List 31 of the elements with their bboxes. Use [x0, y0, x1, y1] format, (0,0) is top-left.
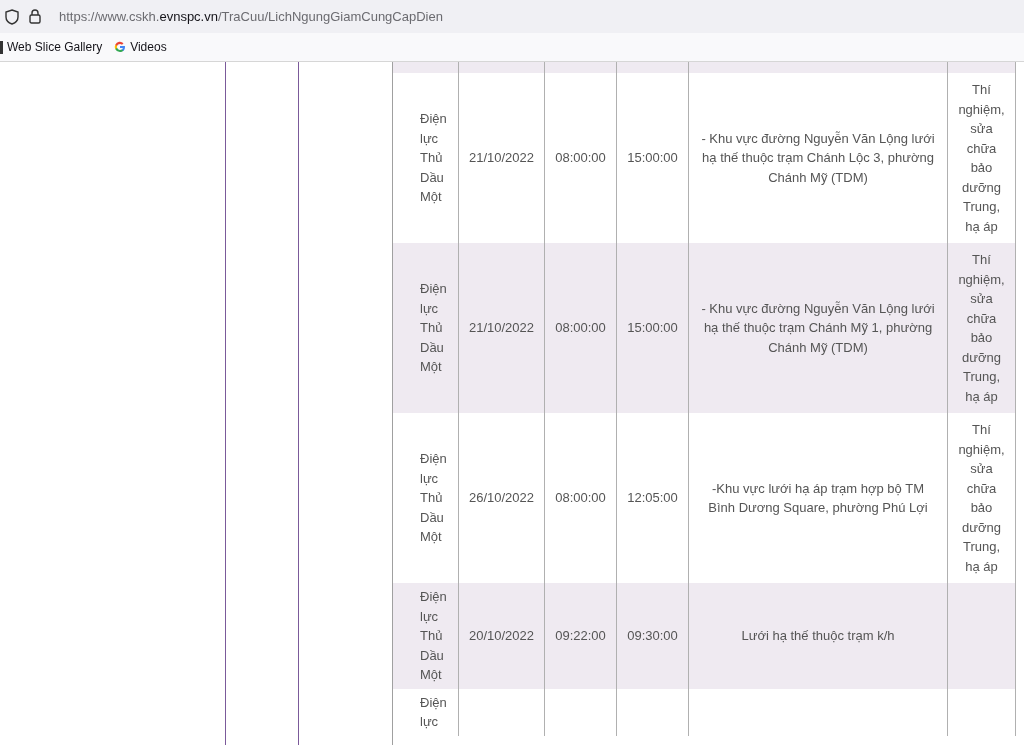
area-cell-text: -Khu vực lưới hạ áp trạm hợp bộ TM Bình Dương Square, phường Phú Lợi	[707, 479, 929, 517]
area-cell-text: - Khu vực đường Nguyễn Văn Lộng lưới hạ thế thuộc trạm Chánh Lộc 3, phường Chánh Mỹ (TDM)	[700, 129, 936, 187]
area-cell-text: Lưới hạ thế thuộc trạm k/h	[741, 627, 895, 645]
bookmark-edge-icon	[0, 40, 3, 54]
start-time-cell-text: 08:00:00	[555, 319, 606, 338]
start-time-cell-text: 09:22:00	[555, 627, 606, 645]
start-time-cell-text: 08:00:00	[555, 149, 606, 168]
date-cell-text: 26/10/2022	[468, 489, 535, 508]
bookmark-link[interactable]: Web Slice Gallery	[7, 38, 103, 56]
date-cell-text: 21/10/2022	[468, 319, 535, 338]
google-icon	[114, 41, 127, 53]
area-cell-text: - Khu vực đường Nguyễn Văn Lộng lưới hạ thế thuộc trạm Chánh Mỹ 1, phường Chánh Mỹ (TDM)	[700, 299, 936, 357]
end-time-cell-text: 15:00:00	[627, 319, 678, 338]
unit-cell-text: Điện lực Thủ Dầu Một	[420, 588, 448, 684]
reason-cell-text: Thí nghiệm, sửa chữa bảo dưỡng Trung, hạ áp	[957, 251, 1006, 406]
date-cell-text: 21/10/2022	[468, 149, 535, 168]
end-time-cell-text: 15:00:00	[627, 149, 678, 168]
end-time-cell-text: 09:30:00	[627, 627, 678, 645]
start-time-cell-text: 08:00:00	[555, 489, 606, 508]
date-cell-text: 20/10/2022	[468, 627, 535, 645]
reason-cell-text: Thí nghiệm, sửa chữa bảo dưỡng Trung, hạ áp	[957, 421, 1006, 576]
lock-icon	[29, 9, 41, 24]
unit-cell-text: Điện lực Thủ Dầu Một	[420, 450, 448, 547]
url-text[interactable]: https://www.cskh.evnspc.vn/TraCuu/LichNgungGiamCungCapDien	[59, 6, 443, 27]
reason-cell-text: Thí nghiệm, sửa chữa bảo dưỡng Trung, hạ áp	[957, 81, 1006, 236]
bookmark-link[interactable]: Videos	[130, 38, 167, 56]
unit-cell-text: Điện lực Thủ Dầu Một	[420, 110, 448, 207]
shield-icon	[5, 8, 19, 25]
unit-cell-text: Điện lực Thủ Dầu Một	[420, 280, 448, 377]
unit-cell-text: Điện lực	[420, 693, 448, 731]
end-time-cell-text: 12:05:00	[627, 489, 678, 508]
